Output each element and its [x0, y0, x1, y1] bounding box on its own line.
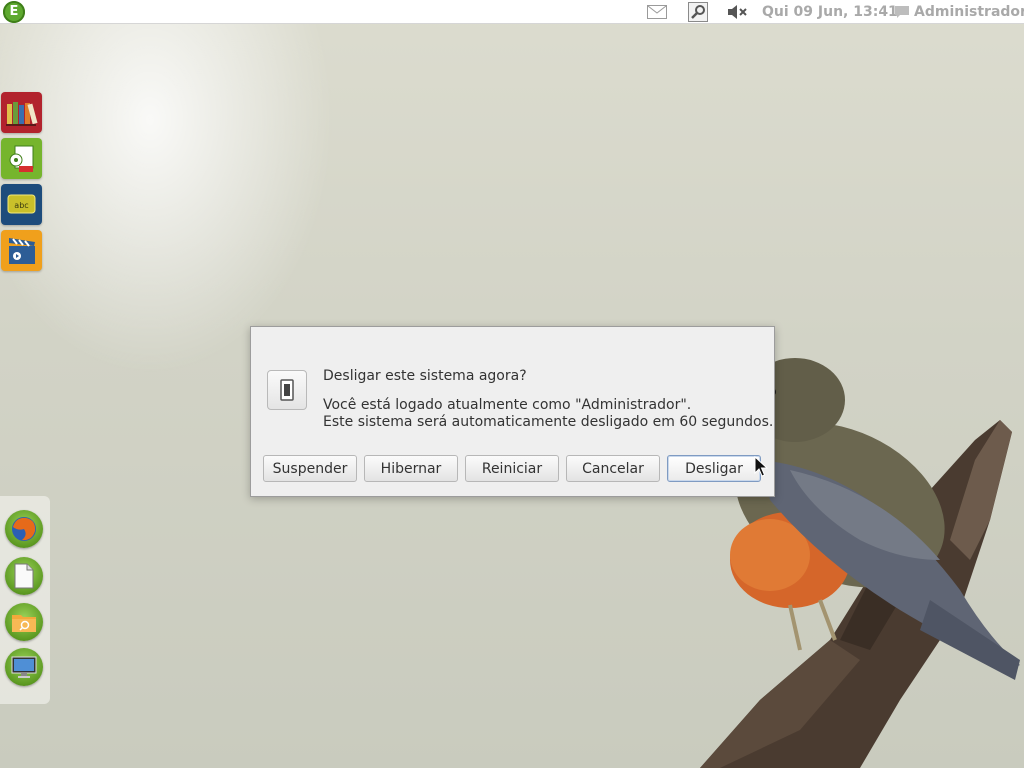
dialog-title: Desligar este sistema agora?	[323, 368, 527, 384]
dialog-message-line1: Você está logado atualmente como "Admini…	[323, 397, 692, 413]
shutdown-dialog: Desligar este sistema agora? Você está l…	[250, 326, 775, 497]
chat-icon[interactable]	[890, 2, 914, 22]
hibernate-button[interactable]: Hibernar	[364, 455, 458, 482]
restart-button[interactable]: Reiniciar	[465, 455, 559, 482]
display-icon[interactable]	[5, 648, 43, 686]
firefox-icon[interactable]	[5, 510, 43, 548]
video-app-icon[interactable]	[1, 230, 42, 271]
dialog-message: Você está logado atualmente como "Admini…	[323, 397, 773, 431]
dock	[0, 496, 50, 704]
suspend-button[interactable]: Suspender	[263, 455, 357, 482]
dialog-message-line2: Este sistema será automaticamente deslig…	[323, 414, 774, 430]
search-icon[interactable]	[686, 2, 710, 22]
abc-app-icon[interactable]: abc	[1, 184, 42, 225]
mouse-cursor-icon	[754, 456, 768, 477]
cancel-button[interactable]: Cancelar	[566, 455, 660, 482]
power-switch-icon	[267, 370, 307, 410]
launcher-logo-icon[interactable]: E	[3, 1, 25, 23]
document-icon[interactable]	[5, 557, 43, 595]
user-menu[interactable]: Administrador	[914, 0, 1024, 24]
mail-icon[interactable]	[645, 2, 669, 22]
shutdown-button[interactable]: Desligar	[667, 455, 761, 482]
top-panel: E Qui 09 Jun, 13:41 Administrador	[0, 0, 1024, 24]
launcher-top: abc	[1, 92, 45, 276]
books-app-icon[interactable]	[1, 92, 42, 133]
volume-muted-icon[interactable]	[725, 2, 749, 22]
svg-text:abc: abc	[14, 201, 28, 210]
clock[interactable]: Qui 09 Jun, 13:41	[762, 0, 898, 24]
file-manager-icon[interactable]	[5, 603, 43, 641]
media-docs-app-icon[interactable]	[1, 138, 42, 179]
